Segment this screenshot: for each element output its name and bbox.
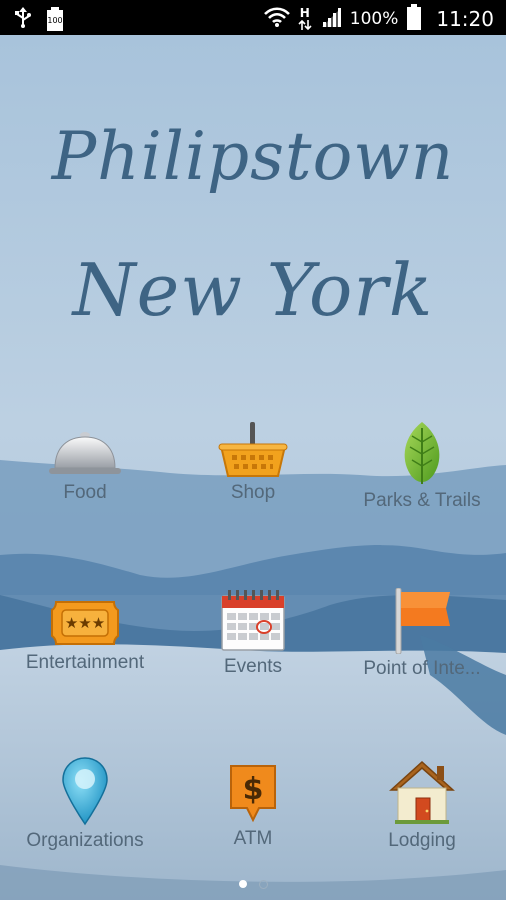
tile-label: ATM (233, 828, 273, 849)
tile-label: Food (63, 482, 107, 503)
app-title-line2: New York (72, 248, 434, 332)
tile-events[interactable]: Events (169, 590, 337, 678)
tile-parks-trails[interactable]: Parks & Trails (338, 420, 506, 512)
signal-icon (320, 6, 342, 32)
tile-food[interactable]: Food (1, 428, 169, 504)
leaf-icon (404, 422, 440, 484)
svg-text:$: $ (243, 772, 264, 807)
network-type-text: H (299, 6, 310, 20)
page-indicator (0, 880, 506, 889)
battery-saver-icon: 100 (46, 7, 64, 31)
usb-icon (14, 6, 32, 32)
house-icon (389, 760, 455, 824)
tile-label: Events (223, 656, 283, 677)
page-dot-active[interactable] (238, 880, 247, 888)
map-pin-icon (62, 757, 108, 826)
battery-icon (406, 4, 422, 34)
tile-label: Shop (230, 482, 276, 503)
basket-icon (218, 422, 288, 477)
tile-point-of-interest[interactable]: Point of Inte... (338, 588, 506, 680)
tile-label: Organizations (26, 830, 144, 851)
home-screen: 100 H 100% 11:20 Philipstown New York Fo… (0, 0, 506, 900)
cloche-icon (49, 432, 121, 474)
flag-icon (395, 588, 450, 654)
tile-shop[interactable]: Shop (169, 422, 337, 504)
tile-label: Point of Inte... (363, 658, 481, 679)
tile-label: Entertainment (25, 652, 145, 673)
tile-atm[interactable]: $ ATM (169, 762, 337, 850)
battery-badge-text: 100 (47, 16, 63, 25)
page-dot-inactive[interactable] (258, 880, 268, 889)
battery-percent: 100% (349, 9, 399, 29)
calendar-icon (221, 590, 285, 651)
tile-organizations[interactable]: Organizations (1, 756, 169, 852)
app-title-line1: Philipstown (51, 118, 455, 195)
tile-label: Parks & Trails (363, 490, 481, 511)
status-bar: 100 H 100% 11:20 (0, 0, 506, 35)
wifi-icon (263, 6, 290, 32)
svg-text:★★★: ★★★ (65, 614, 105, 632)
dollar-sign-icon: $ (230, 765, 276, 823)
tile-entertainment[interactable]: ★★★ Entertainment (1, 598, 169, 674)
tile-label: Lodging (388, 830, 456, 851)
ticket-icon: ★★★ (51, 601, 119, 645)
tile-lodging[interactable]: Lodging (338, 758, 506, 852)
data-arrows-icon: H (298, 7, 312, 31)
clock: 11:20 (436, 7, 494, 31)
